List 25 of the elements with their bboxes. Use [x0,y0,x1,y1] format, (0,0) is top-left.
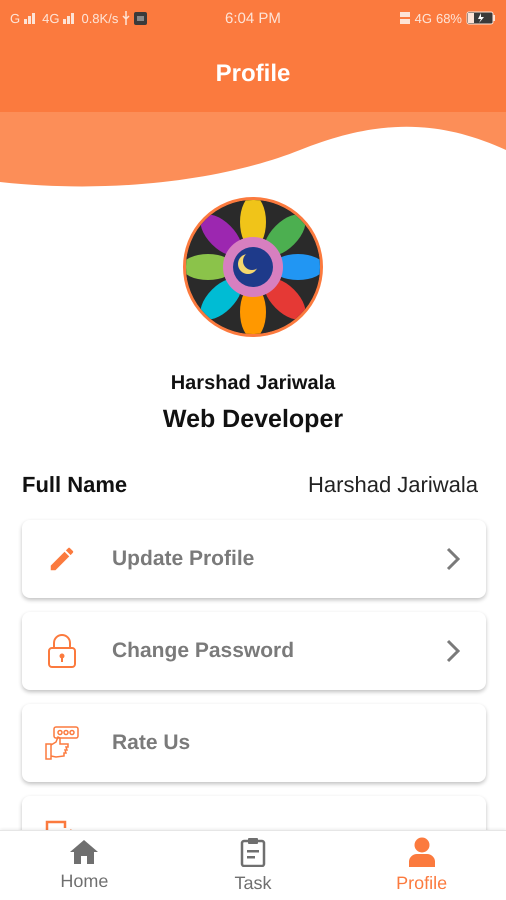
clipboard-icon [240,837,266,867]
usb-icon [122,11,130,25]
menu-item[interactable]: Change Password [22,612,486,690]
nav-tab[interactable]: Profile [337,831,506,900]
network-type: 4G [42,10,60,26]
home-icon [69,839,100,865]
network-type: G [10,10,20,26]
network-type: 4G [414,10,432,26]
user-role: Web Developer [162,405,344,434]
lock-icon [47,633,77,669]
field-label: Full Name [22,472,128,498]
menu-item[interactable]: Update Profile [22,520,486,598]
screen-title: Profile [216,60,290,88]
rating-hand-icon [44,725,80,761]
nav-tab[interactable]: Task [168,831,338,900]
field-value: Harshad Jariwala [308,472,478,498]
notification-icon [134,12,148,24]
user-name: Harshad Jariwala [170,372,336,395]
battery-icon [466,11,496,25]
menu-item[interactable]: Rate Us [22,704,486,782]
person-icon [408,837,436,867]
nav-tab[interactable]: Home [0,831,169,900]
clock: 6:04 PM [224,10,282,26]
network-speed: 0.8K/s [81,10,118,26]
battery-percent: 68% [436,10,462,26]
